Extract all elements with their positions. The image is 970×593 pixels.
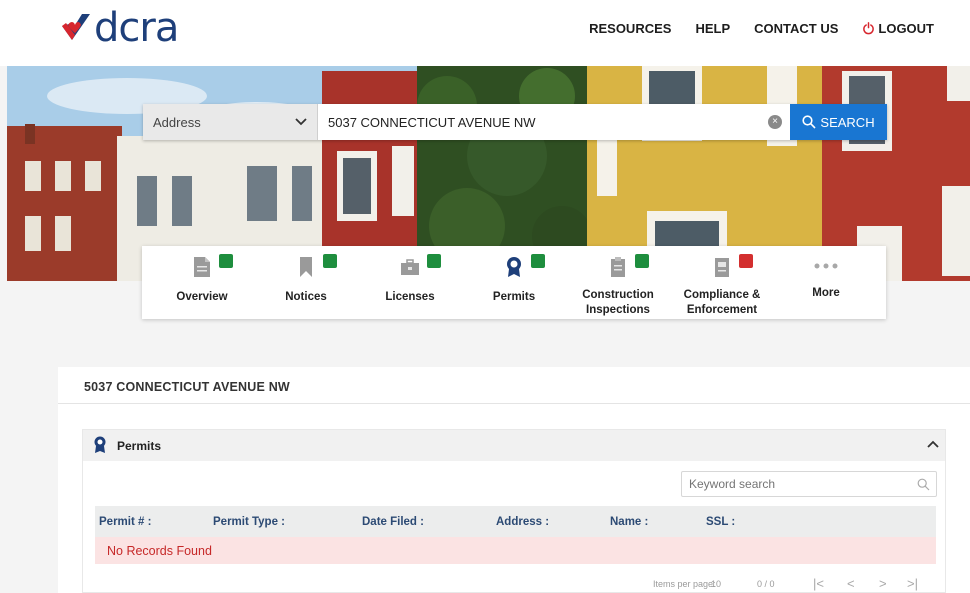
category-label: Permits: [492, 291, 536, 303]
award-icon: [507, 257, 521, 277]
chevron-down-icon: [295, 118, 307, 126]
results-section: 5037 CONNECTICUT AVENUE NW Permits Permi…: [58, 367, 970, 593]
items-per-page-select[interactable]: 10: [711, 579, 721, 589]
category-permits[interactable]: Permits: [462, 246, 566, 319]
page-range: 0 / 0: [757, 579, 775, 589]
permits-panel-header[interactable]: Permits: [83, 430, 945, 461]
search-button-label: SEARCH: [820, 114, 875, 130]
column-ssl[interactable]: SSL :: [706, 516, 735, 528]
bookmark-icon: [300, 257, 312, 277]
logout-label: LOGOUT: [878, 21, 934, 36]
column-address[interactable]: Address :: [496, 516, 549, 528]
address-heading: 5037 CONNECTICUT AVENUE NW: [84, 380, 290, 394]
status-badge-green: [323, 254, 337, 268]
logo-text: dcra: [94, 5, 179, 51]
category-licenses[interactable]: Licenses: [358, 246, 462, 319]
items-per-page-label: Items per page:: [653, 579, 716, 589]
column-name[interactable]: Name :: [610, 516, 648, 528]
category-label: Compliance & Enforcement: [683, 289, 761, 316]
dcra-logo[interactable]: dcra: [60, 5, 179, 51]
category-overview[interactable]: Overview: [150, 246, 254, 319]
more-dots-icon: [814, 263, 838, 269]
status-badge-green: [427, 254, 441, 268]
search-button[interactable]: SEARCH: [790, 104, 887, 140]
permits-panel-title: Permits: [117, 439, 162, 453]
chevron-up-icon[interactable]: [927, 440, 939, 448]
status-badge-green: [531, 254, 545, 268]
status-badge-green: [635, 254, 649, 268]
award-icon: [94, 436, 106, 453]
address-search-input[interactable]: [318, 104, 790, 140]
power-icon: [863, 22, 875, 35]
search-icon: [802, 115, 816, 129]
search-icon: [917, 478, 930, 491]
empty-results-row: No Records Found: [95, 537, 936, 564]
category-construction-inspections[interactable]: Construction Inspections: [566, 246, 670, 319]
category-notices[interactable]: Notices: [254, 246, 358, 319]
category-label: Construction Inspections: [582, 289, 654, 316]
permits-panel: Permits Permit # : Permit Type : Date Fi…: [82, 429, 946, 593]
search-type-select[interactable]: Address: [143, 104, 318, 140]
nav-contact-link[interactable]: CONTACT US: [754, 21, 838, 36]
top-nav: RESOURCES HELP CONTACT US LOGOUT: [589, 21, 934, 36]
divider: [58, 403, 970, 404]
column-permit-number[interactable]: Permit # :: [99, 516, 151, 528]
first-page-icon[interactable]: |<: [813, 576, 824, 591]
clear-search-icon[interactable]: ×: [768, 115, 782, 129]
next-page-icon[interactable]: >: [879, 576, 887, 591]
status-badge-red: [739, 254, 753, 268]
last-page-icon[interactable]: >|: [907, 576, 918, 591]
column-permit-type[interactable]: Permit Type :: [213, 516, 285, 528]
column-date-filed[interactable]: Date Filed :: [362, 516, 424, 528]
nav-help-link[interactable]: HELP: [695, 21, 730, 36]
logo-check-mark-icon: [62, 14, 90, 40]
category-more[interactable]: More: [774, 246, 878, 319]
category-label: Overview: [176, 291, 228, 303]
briefcase-icon: [401, 259, 419, 275]
logout-link[interactable]: LOGOUT: [862, 21, 934, 36]
search-type-value: Address: [153, 114, 201, 130]
form-icon: [715, 258, 729, 277]
search-bar: Address × SEARCH: [143, 104, 887, 140]
status-badge-green: [219, 254, 233, 268]
category-label: Notices: [285, 291, 327, 303]
previous-page-icon[interactable]: <: [847, 576, 855, 591]
nav-resources-link[interactable]: RESOURCES: [589, 21, 671, 36]
keyword-search-input[interactable]: [681, 471, 937, 497]
category-nav: Overview Notices Licenses Permits Constr…: [142, 246, 886, 319]
category-label: Licenses: [385, 291, 435, 303]
clipboard-icon: [611, 257, 625, 277]
category-label: More: [812, 287, 840, 299]
header: dcra RESOURCES HELP CONTACT US LOGOUT: [0, 0, 970, 66]
document-icon: [194, 257, 210, 277]
category-compliance-enforcement[interactable]: Compliance & Enforcement: [670, 246, 774, 319]
permits-table-header: Permit # : Permit Type : Date Filed : Ad…: [95, 506, 936, 537]
empty-results-message: No Records Found: [107, 544, 212, 558]
